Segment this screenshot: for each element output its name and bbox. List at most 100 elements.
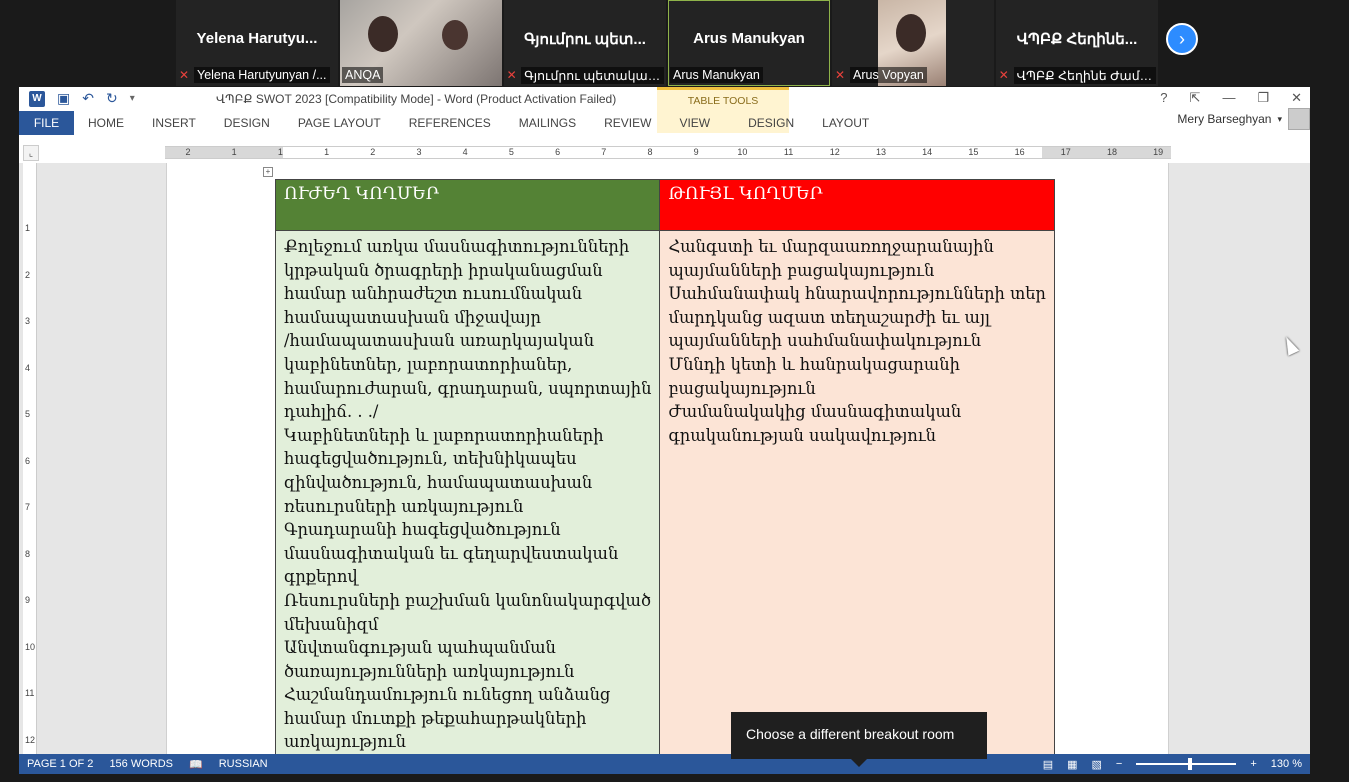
tab-review[interactable]: REVIEW bbox=[590, 111, 665, 135]
ribbon-display-icon[interactable]: ⇱ bbox=[1190, 90, 1201, 106]
proofing-icon[interactable]: 📖 bbox=[181, 758, 211, 771]
zoom-slider-thumb[interactable] bbox=[1188, 758, 1193, 770]
document-text-line[interactable]: զինվածություն, համապատասխան bbox=[284, 471, 651, 495]
document-text-line[interactable]: Հանգստի եւ մարզաառողջարանային bbox=[668, 235, 1045, 259]
save-icon[interactable]: ▣ bbox=[57, 90, 70, 107]
zoom-slider[interactable] bbox=[1136, 758, 1237, 770]
tab-page-layout[interactable]: PAGE LAYOUT bbox=[284, 111, 395, 135]
customize-toolbar-icon[interactable]: ▾ bbox=[130, 93, 135, 104]
strengths-cell[interactable]: Քոլեջում առկա մասնագիտությունների կրթական… bbox=[274, 230, 661, 771]
redo-icon[interactable]: ↻ bbox=[106, 90, 118, 107]
minimize-icon[interactable]: — bbox=[1222, 90, 1235, 106]
weaknesses-header[interactable]: ԹՈՒՅԼ ԿՈՂՄԵՐ bbox=[659, 179, 1055, 231]
ruler-number: 2 bbox=[25, 269, 31, 280]
document-text-line[interactable]: առկայություն bbox=[284, 730, 651, 754]
vertical-ruler[interactable]: 1 2 3 4 5 6 7 8 9 10 11 12 bbox=[23, 163, 37, 754]
participant-tile-video[interactable]: ✕ Arus Vopyan bbox=[832, 0, 994, 86]
print-layout-icon[interactable]: ▦ bbox=[1067, 758, 1077, 771]
document-text-line[interactable]: ծառայությունների առկայություն bbox=[284, 660, 651, 684]
participant-video-image bbox=[368, 16, 398, 52]
document-text-line[interactable]: գրականության սակավություն bbox=[668, 424, 1045, 448]
ruler-number: 1 bbox=[25, 223, 31, 233]
tab-insert[interactable]: INSERT bbox=[138, 111, 210, 135]
participant-tile[interactable]: Yelena Harutyu... ✕ Yelena Harutyunyan /.… bbox=[176, 0, 338, 86]
document-text-line[interactable]: դահլիճ. . ./ bbox=[284, 400, 651, 424]
document-text-line[interactable]: գրքերով bbox=[284, 565, 651, 589]
table-move-handle-icon[interactable]: + bbox=[263, 167, 273, 177]
language-indicator[interactable]: RUSSIAN bbox=[211, 758, 276, 770]
weaknesses-cell[interactable]: Հանգստի եւ մարզաառողջարանային պայմանների … bbox=[659, 230, 1055, 771]
participant-tile[interactable]: Գյումրու պետ... ✕ Գյումրու պետական ... bbox=[504, 0, 666, 86]
undo-icon[interactable]: ↶ bbox=[82, 90, 94, 107]
tooltip-text: Choose a different breakout room bbox=[746, 726, 955, 742]
document-text-line[interactable]: մարդկանց ազատ տեղաշարժի եւ այլ bbox=[668, 306, 1045, 330]
ruler-number: 7 bbox=[25, 502, 31, 512]
zoom-out-icon[interactable]: − bbox=[1116, 758, 1122, 770]
participant-label: Yelena Harutyunyan /... bbox=[194, 67, 330, 83]
document-text-line[interactable]: համար անհրաժեշտ ուսումնական bbox=[284, 282, 651, 306]
ruler-number: 1 bbox=[324, 147, 330, 157]
participant-strip: Yelena Harutyu... ✕ Yelena Harutyunyan /.… bbox=[176, 0, 1158, 86]
document-text-line[interactable]: կրթական ծրագրերի իրականացման bbox=[284, 259, 651, 283]
mic-muted-icon: ✕ bbox=[506, 68, 517, 82]
document-text-line[interactable]: մեխանիզմ bbox=[284, 613, 651, 637]
ruler-number: 19 bbox=[1153, 147, 1164, 157]
participant-label: Arus Manukyan bbox=[670, 67, 763, 83]
participant-video-image bbox=[442, 20, 468, 50]
document-text-line[interactable]: պայմանների սահմանափակություն bbox=[668, 329, 1045, 353]
document-text-line[interactable]: /համապատասխան առարկայական bbox=[284, 329, 651, 353]
document-text-line[interactable]: համարուժարան, գրադարան, սպորտային bbox=[284, 377, 651, 401]
document-text-line[interactable]: Քոլեջում առկա մասնագիտությունների bbox=[284, 235, 651, 259]
tab-view[interactable]: VIEW bbox=[665, 111, 724, 135]
web-layout-icon[interactable]: ▧ bbox=[1092, 758, 1102, 771]
document-text-line[interactable]: պայմանների բացակայություն bbox=[668, 259, 1045, 283]
tab-table-design[interactable]: DESIGN bbox=[734, 111, 808, 135]
ruler-number: 4 bbox=[25, 362, 31, 373]
tab-mailings[interactable]: MAILINGS bbox=[505, 111, 590, 135]
tab-references[interactable]: REFERENCES bbox=[395, 111, 505, 135]
next-page-arrow-icon[interactable]: › bbox=[1166, 23, 1198, 55]
participant-tile-active-speaker[interactable]: Arus Manukyan Arus Manukyan bbox=[668, 0, 830, 86]
document-text-line[interactable]: ռեսուրսների առկայություն bbox=[284, 495, 651, 519]
horizontal-ruler[interactable]: 2 1 1 1 2 3 4 5 6 7 8 9 10 11 12 13 14 15 16 17 18 19 bbox=[165, 146, 1171, 159]
document-text-line[interactable]: Հաշմանդամություն ունեցող անձանց bbox=[284, 683, 651, 707]
tab-home[interactable]: HOME bbox=[74, 111, 138, 135]
word-count[interactable]: 156 WORDS bbox=[101, 758, 181, 770]
document-text-line[interactable]: համար մուտքի թեքահարթակների bbox=[284, 707, 651, 731]
strengths-header[interactable]: ՈՒԺԵՂ ԿՈՂՄԵՐ bbox=[274, 179, 661, 231]
tab-table-layout[interactable]: LAYOUT bbox=[808, 111, 883, 135]
participant-tile[interactable]: ՎՊԲՔ Հեղինե... ✕ ՎՊԲՔ Հեղինե Ժամհ... bbox=[996, 0, 1158, 86]
document-text-line[interactable]: Ժամանակակից մասնագիտական bbox=[668, 400, 1045, 424]
document-page[interactable]: + ՈՒԺԵՂ ԿՈՂՄԵՐ ԹՈՒՅԼ ԿՈՂՄԵՐ Քոլեջում առկ… bbox=[166, 163, 1169, 771]
document-text-line[interactable]: Անվտանգության պահպանման bbox=[284, 636, 651, 660]
help-button[interactable]: ? bbox=[1160, 90, 1167, 106]
document-text-line[interactable]: Մննդի կետի և հանրակացարանի bbox=[668, 353, 1045, 377]
user-account[interactable]: Mery Barseghyan ▾ bbox=[1177, 108, 1310, 130]
tab-file[interactable]: FILE bbox=[19, 111, 74, 135]
document-text-line[interactable]: Գրադարանի հագեցվածություն bbox=[284, 518, 651, 542]
document-text-line[interactable]: Սահմանափակ հնարավորությունների տեր bbox=[668, 282, 1045, 306]
ruler-number: 17 bbox=[1060, 147, 1071, 157]
ruler-number: 7 bbox=[601, 147, 607, 157]
zoom-level[interactable]: 130 % bbox=[1271, 758, 1302, 770]
close-icon[interactable]: ✕ bbox=[1291, 90, 1302, 106]
read-mode-icon[interactable]: ▤ bbox=[1043, 758, 1053, 771]
document-text-line[interactable]: կաբինետներ, լաբորատորիաներ, bbox=[284, 353, 651, 377]
document-text-line[interactable]: համապատասխան միջավայր bbox=[284, 306, 651, 330]
document-text-line[interactable]: մասնագիտական եւ գեղարվեստական bbox=[284, 542, 651, 566]
restore-icon[interactable]: ❐ bbox=[1257, 90, 1269, 106]
ruler-number: 8 bbox=[647, 147, 653, 157]
participant-tile-video[interactable]: ANQA bbox=[340, 0, 502, 86]
ruler-number: 10 bbox=[25, 641, 36, 652]
page-count[interactable]: PAGE 1 OF 2 bbox=[19, 758, 101, 770]
document-text-line[interactable]: Կաբինետների և լաբորատորիաների bbox=[284, 424, 651, 448]
ruler-number: 18 bbox=[1106, 147, 1118, 157]
tab-selector-icon[interactable]: ⌞ bbox=[23, 145, 39, 161]
document-text-line[interactable]: հագեցվածություն, տեխնիկապես bbox=[284, 447, 651, 471]
document-text-line[interactable]: Ռեսուրսների բաշխման կանոնակարգված bbox=[284, 589, 651, 613]
breakout-room-tooltip: Choose a different breakout room bbox=[731, 712, 987, 767]
zoom-in-icon[interactable]: + bbox=[1250, 758, 1256, 770]
swot-table[interactable]: ՈՒԺԵՂ ԿՈՂՄԵՐ ԹՈՒՅԼ ԿՈՂՄԵՐ Քոլեջում առկա … bbox=[274, 179, 1055, 771]
tab-design[interactable]: DESIGN bbox=[210, 111, 284, 135]
document-text-line[interactable]: բացակայություն bbox=[668, 377, 1045, 401]
